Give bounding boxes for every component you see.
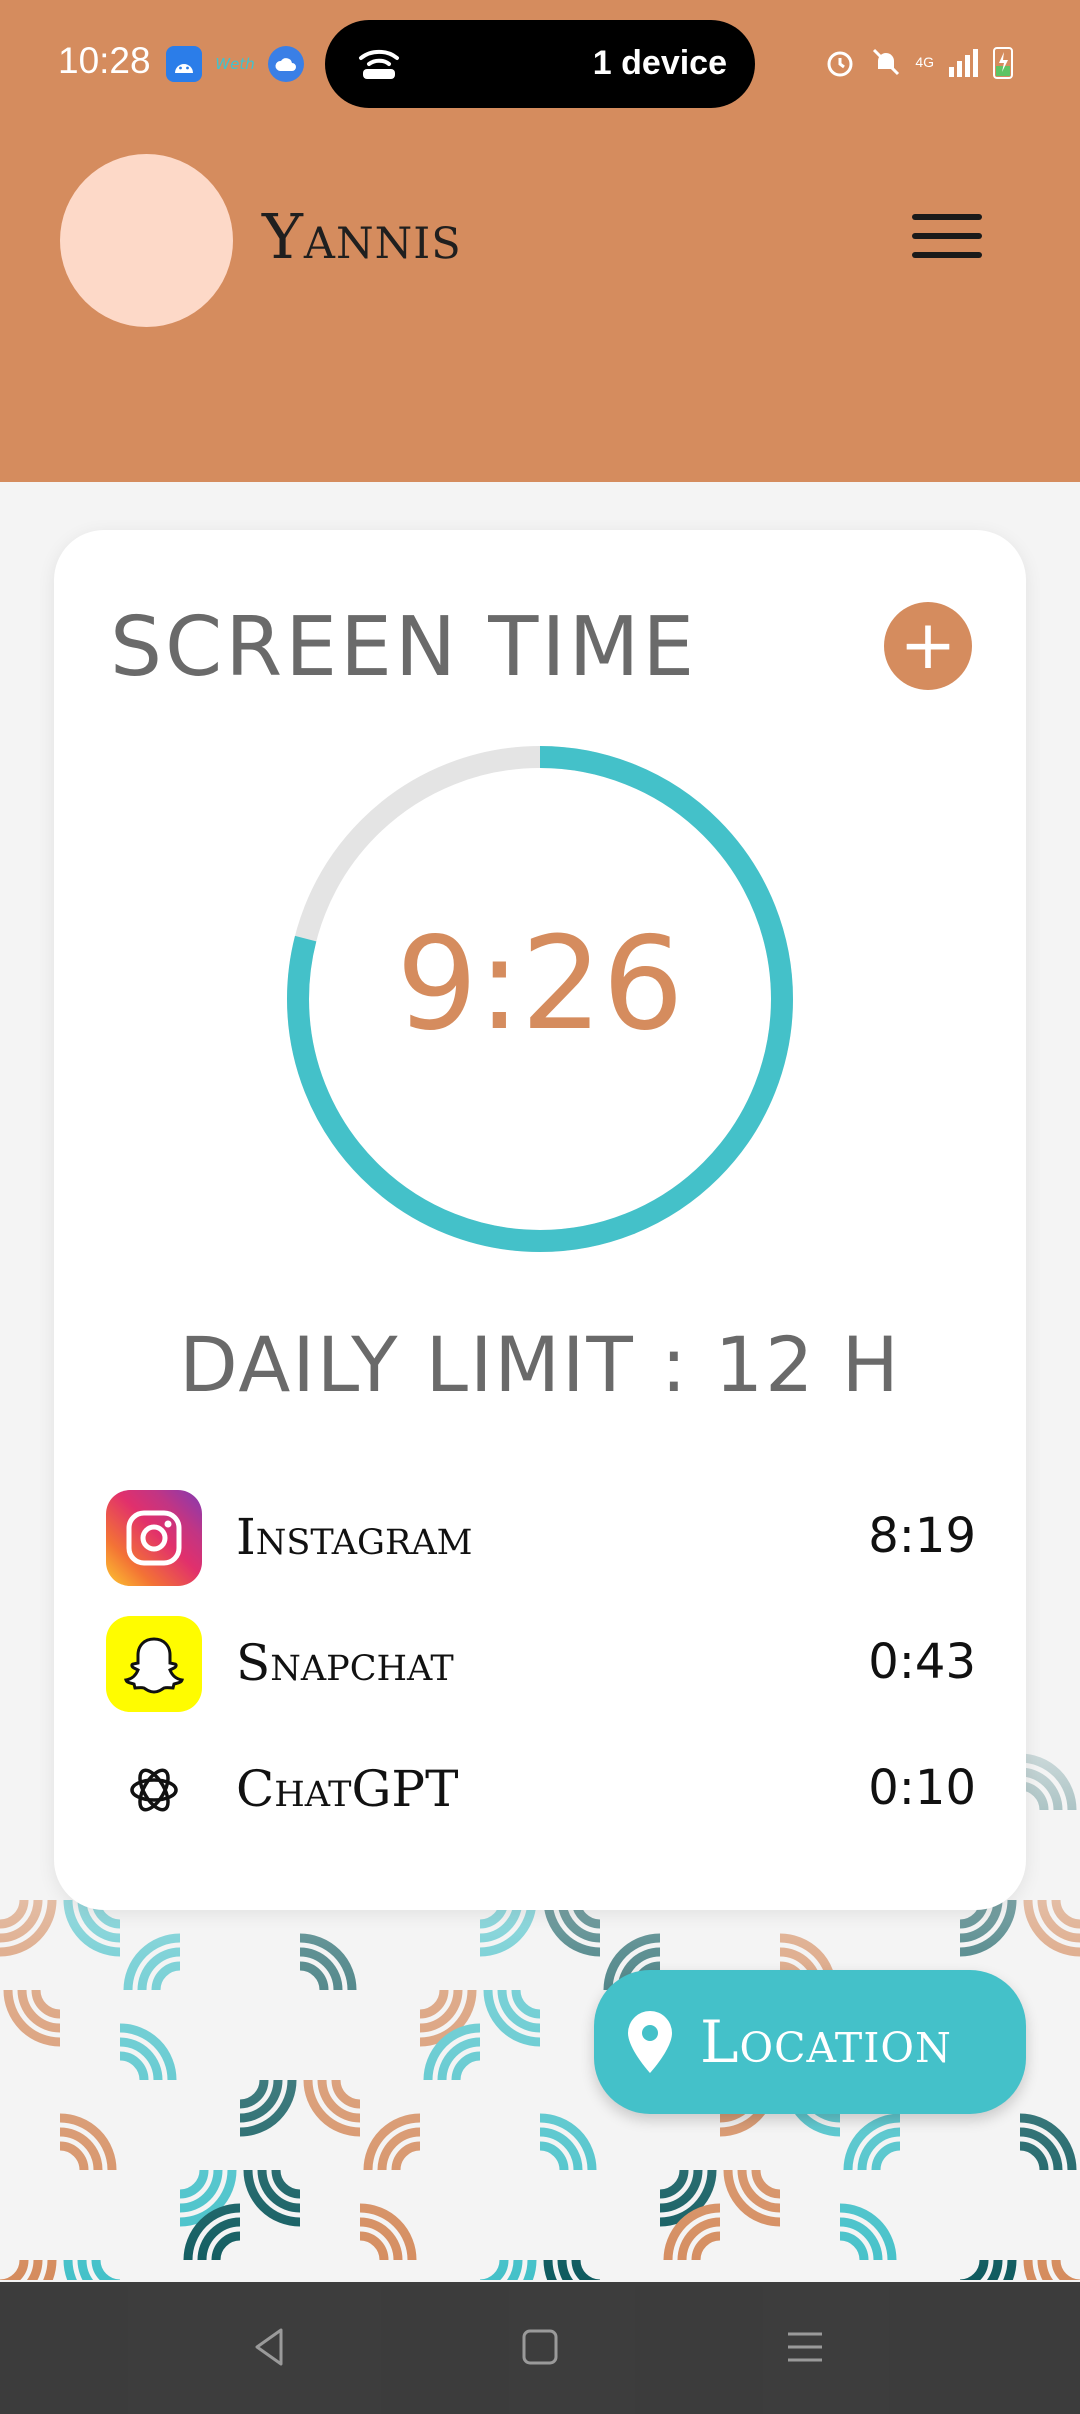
network-type-label: 4G [915,54,934,70]
app-name: ChatGPT [236,1760,459,1818]
instagram-icon [106,1490,202,1586]
screen-time-value: 9:26 [396,910,684,1059]
app-name: Instagram [236,1508,473,1566]
app-usage-list: Instagram 8:19 Snapchat 0:43 ChatGPT 0:1… [106,1490,976,1868]
app-time: 0:43 [868,1634,976,1690]
list-item[interactable]: ChatGPT 0:10 [106,1742,976,1868]
hamburger-menu-icon[interactable] [912,214,982,270]
hotspot-icon [359,49,399,79]
back-icon[interactable] [245,2322,295,2372]
daily-limit-label: DAILY LIMIT : 12 H [179,1320,901,1409]
battery-charging-icon [993,47,1013,79]
location-pin-icon [628,2011,672,2073]
notification-icons: Weth [166,46,304,82]
chatgpt-icon [106,1742,202,1838]
connected-devices-text: 1 device [592,44,727,82]
avatar[interactable] [60,154,233,327]
home-icon[interactable] [515,2322,565,2372]
location-label: Location [700,2008,952,2076]
list-item[interactable]: Instagram 8:19 [106,1490,976,1616]
list-item[interactable]: Snapchat 0:43 [106,1616,976,1742]
add-button[interactable]: + [884,602,972,690]
card-title: SCREEN TIME [110,600,698,695]
alarm-icon [827,51,853,77]
muted-bell-icon [873,48,900,76]
signal-icon [949,49,978,77]
app-time: 0:10 [868,1760,976,1816]
profile-name: Yannis [262,200,462,273]
location-button[interactable]: Location [594,1970,1026,2114]
cloud-icon [268,46,304,82]
system-status-icons: 4G [823,44,1014,80]
app-time: 8:19 [868,1508,976,1564]
navigation-bar [0,2282,1080,2414]
snapchat-icon [106,1616,202,1712]
recents-icon[interactable] [780,2322,830,2372]
status-time: 10:28 [58,40,151,81]
android-icon [166,46,202,82]
app-name: Snapchat [236,1634,454,1692]
status-bar: 10:28 Weth 1 device 4G [0,0,1080,130]
weather-app-icon: Weth [215,55,255,73]
dynamic-island-pill[interactable]: 1 device [325,20,755,108]
screen-time-card: SCREEN TIME + 9:26 DAILY LIMIT : 12 H In… [54,530,1026,1910]
